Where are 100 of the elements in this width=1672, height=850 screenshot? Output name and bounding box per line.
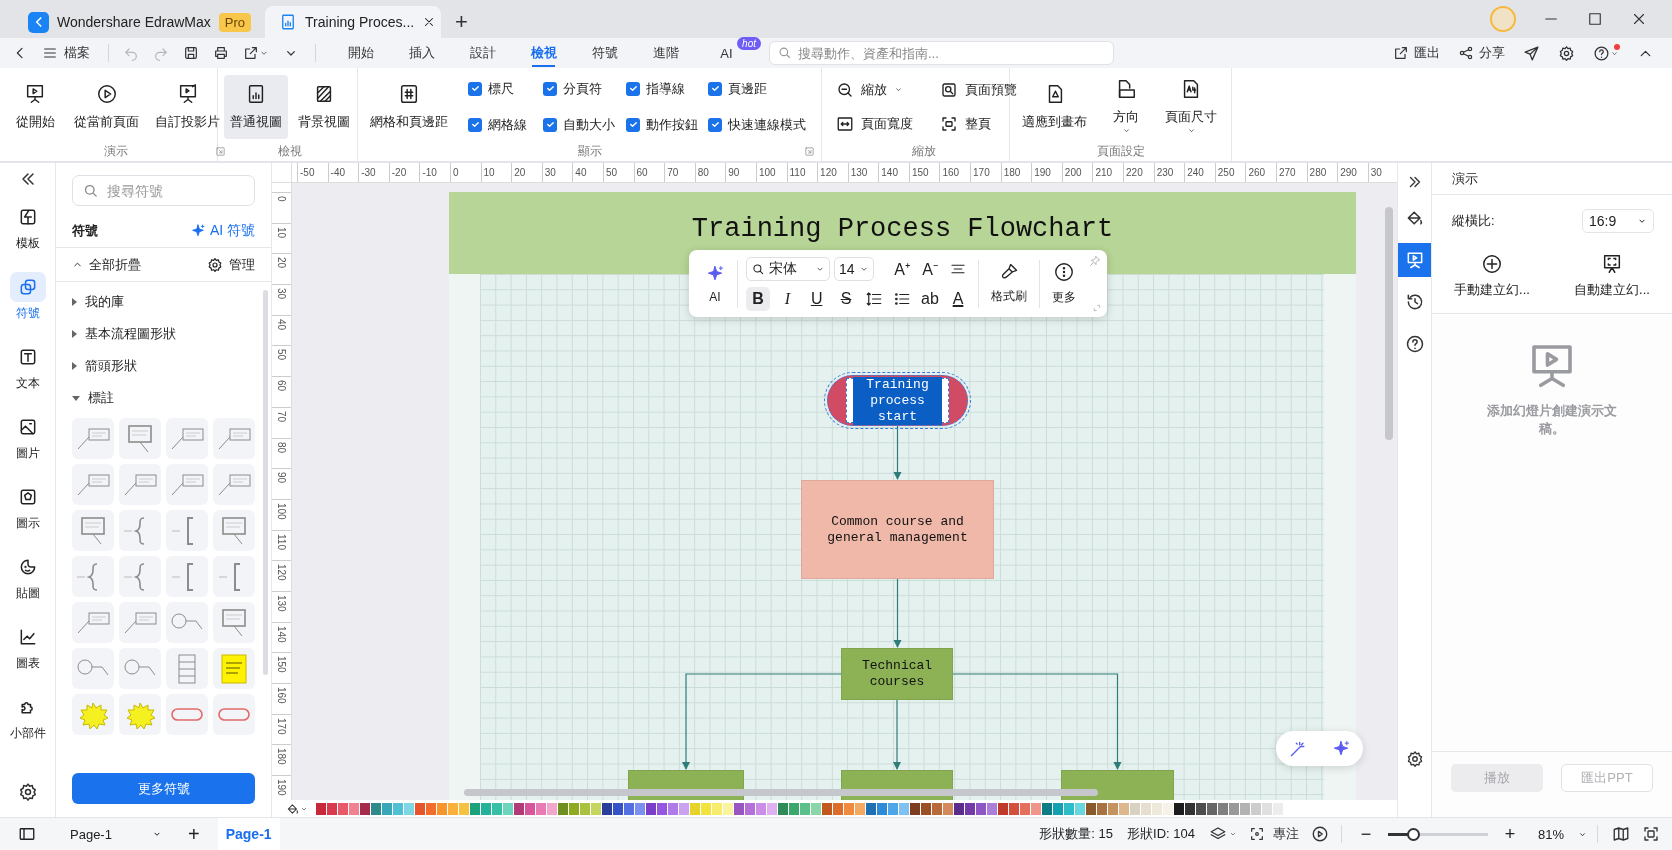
sidebar-item[interactable]: 圖片 (5, 407, 50, 467)
ruler-label: 120 (817, 163, 848, 182)
manage-button[interactable]: 管理 (207, 255, 255, 274)
node-text[interactable]: Technical courses (849, 656, 945, 692)
italic-button[interactable]: I (775, 286, 800, 311)
increase-font-button[interactable]: A⁺ (890, 256, 914, 281)
ruler-label: 50 (276, 349, 287, 361)
window-tab[interactable]: Wondershare EdrawMax Pro (14, 6, 266, 38)
zoom-out-button[interactable]: − (1355, 823, 1376, 845)
shape-count: 形狀數量: 15 (1039, 825, 1114, 843)
font-dropdown[interactable]: 宋体 (746, 256, 830, 281)
group-label: 縮放 (912, 142, 936, 160)
terminator-shape[interactable]: Training process start (827, 375, 968, 426)
text-case-button[interactable]: ab (918, 286, 942, 311)
checkbox-label: 標尺 (488, 79, 514, 98)
ribbon-button[interactable]: 網格和頁邊距 (364, 74, 454, 139)
search-field[interactable]: 搜尋動作、資產和指南... (769, 41, 1114, 65)
collapse-all-button[interactable]: 全部折疊 (72, 255, 141, 274)
ruler-label: 290 (1337, 163, 1368, 182)
ribbon-button[interactable]: 從當前頁面 (68, 74, 145, 139)
format-painter-button[interactable]: 格式刷 (983, 262, 1035, 305)
ruler-label: 30 (276, 288, 287, 300)
zoom-level-dropdown[interactable]: 81% (1537, 826, 1587, 842)
page-dropdown[interactable]: Page-1 (64, 826, 168, 842)
ruler-label: 220 (1123, 163, 1154, 182)
create-slide-button[interactable]: 自動建立幻... (1574, 253, 1650, 299)
strikethrough-button[interactable]: S (834, 286, 858, 311)
node-text[interactable]: Common course and general management (809, 511, 986, 548)
ruler-label: 150 (276, 656, 287, 673)
ruler-label: 80 (694, 163, 726, 182)
window-tab[interactable]: Training Proces... (265, 6, 442, 38)
create-slide-button[interactable]: 手動建立幻... (1454, 253, 1530, 299)
zoom-in-button[interactable]: + (1499, 823, 1520, 845)
menu-tab[interactable]: 進階 (635, 38, 696, 68)
ruler-label: 100 (276, 502, 287, 520)
ruler-label: 40 (276, 318, 287, 330)
ribbon-button[interactable]: 方向 (1097, 74, 1155, 139)
ribbon-button[interactable]: 自訂投影片 (149, 74, 226, 139)
ruler-label: 60 (633, 163, 665, 182)
ruler-label: 180 (1000, 163, 1032, 182)
panel-title: 符號 (72, 221, 98, 240)
menu-tab[interactable]: 符號 (574, 38, 635, 68)
sidebar-item[interactable]: 模板 (5, 197, 50, 257)
ruler-label: 80 (276, 441, 287, 453)
process-shape[interactable]: Technical courses (841, 648, 953, 700)
file-menu[interactable]: 檔案 (42, 44, 90, 62)
decrease-font-button[interactable]: A⁻ (918, 256, 942, 281)
sidebar-item[interactable]: 小部件 (5, 687, 50, 747)
ai-symbols-link[interactable]: AI 符號 (189, 221, 255, 240)
checkbox-label: 網格線 (488, 115, 527, 134)
export-button[interactable]: 匯出 (1393, 44, 1440, 62)
aspect-ratio-dropdown[interactable]: 16:9 (1582, 209, 1654, 233)
menu-tab[interactable]: 設計 (452, 38, 513, 68)
ribbon-button[interactable]: 頁面寬度 (836, 114, 940, 133)
sidebar-item[interactable]: 符號 (5, 267, 50, 327)
menu-tab[interactable]: 插入 (391, 38, 452, 68)
menu-tab[interactable]: 檢視 (513, 38, 574, 68)
sidebar-item[interactable]: 圖示 (5, 477, 50, 537)
new-tab-button[interactable]: + (441, 6, 482, 38)
ruler-label: 60 (276, 380, 287, 392)
ai-button[interactable]: AI (697, 263, 733, 304)
ruler-label: 0 (276, 196, 287, 202)
node-text[interactable]: Training process start (846, 378, 949, 423)
ruler-label: 180 (276, 748, 287, 766)
page-tab[interactable]: Page-1 (217, 817, 280, 850)
ruler-label: 140 (878, 163, 909, 182)
ribbon-button[interactable]: 縮放 (836, 80, 940, 99)
ruler-label: 270 (1276, 163, 1307, 182)
checkbox-label: 快速連線模式 (728, 115, 806, 134)
hot-badge: hot (737, 37, 761, 50)
process-shape[interactable]: Common course and general management (801, 480, 994, 579)
sidebar-item[interactable]: 文本 (5, 337, 50, 397)
sidebar-item[interactable]: 貼圖 (5, 547, 50, 607)
ruler-label: 90 (725, 163, 756, 182)
ruler-label: 210 (1092, 163, 1124, 182)
ruler-label: 20 (511, 163, 542, 182)
ruler-label: 130 (276, 594, 287, 612)
ruler-label: 0 (449, 163, 481, 182)
underline-button[interactable]: U (804, 286, 829, 311)
ribbon-button[interactable]: 普通視圖 (224, 74, 288, 139)
ribbon-button[interactable]: 頁面尺寸 (1159, 74, 1223, 139)
focus-mode-button[interactable]: 專注 (1248, 825, 1299, 843)
ruler-label: 30 (541, 163, 573, 182)
add-page-button[interactable]: + (188, 822, 200, 846)
more-symbols-button[interactable]: 更多符號 (72, 773, 255, 804)
font-size-dropdown[interactable]: 14 (834, 256, 874, 281)
menu-tab[interactable]: 開始 (330, 38, 391, 68)
font-color-button[interactable]: A (946, 286, 970, 311)
bold-button[interactable]: B (746, 286, 770, 311)
ribbon-button[interactable]: 背景視圖 (292, 74, 356, 139)
sidebar-item[interactable]: 圖表 (5, 617, 50, 677)
ruler-label: 260 (1245, 163, 1276, 182)
search-field[interactable]: 搜尋符號 (72, 175, 255, 206)
group-label: 檢視 (278, 142, 302, 160)
ribbon-button[interactable]: 從開始 (6, 74, 64, 139)
ruler-label: 70 (276, 410, 287, 422)
ruler-label: 190 (1031, 163, 1062, 182)
share-button[interactable]: 分享 (1458, 44, 1505, 62)
more-button[interactable]: 更多 (1044, 261, 1084, 306)
checkbox-label: 動作按鈕 (646, 115, 698, 134)
